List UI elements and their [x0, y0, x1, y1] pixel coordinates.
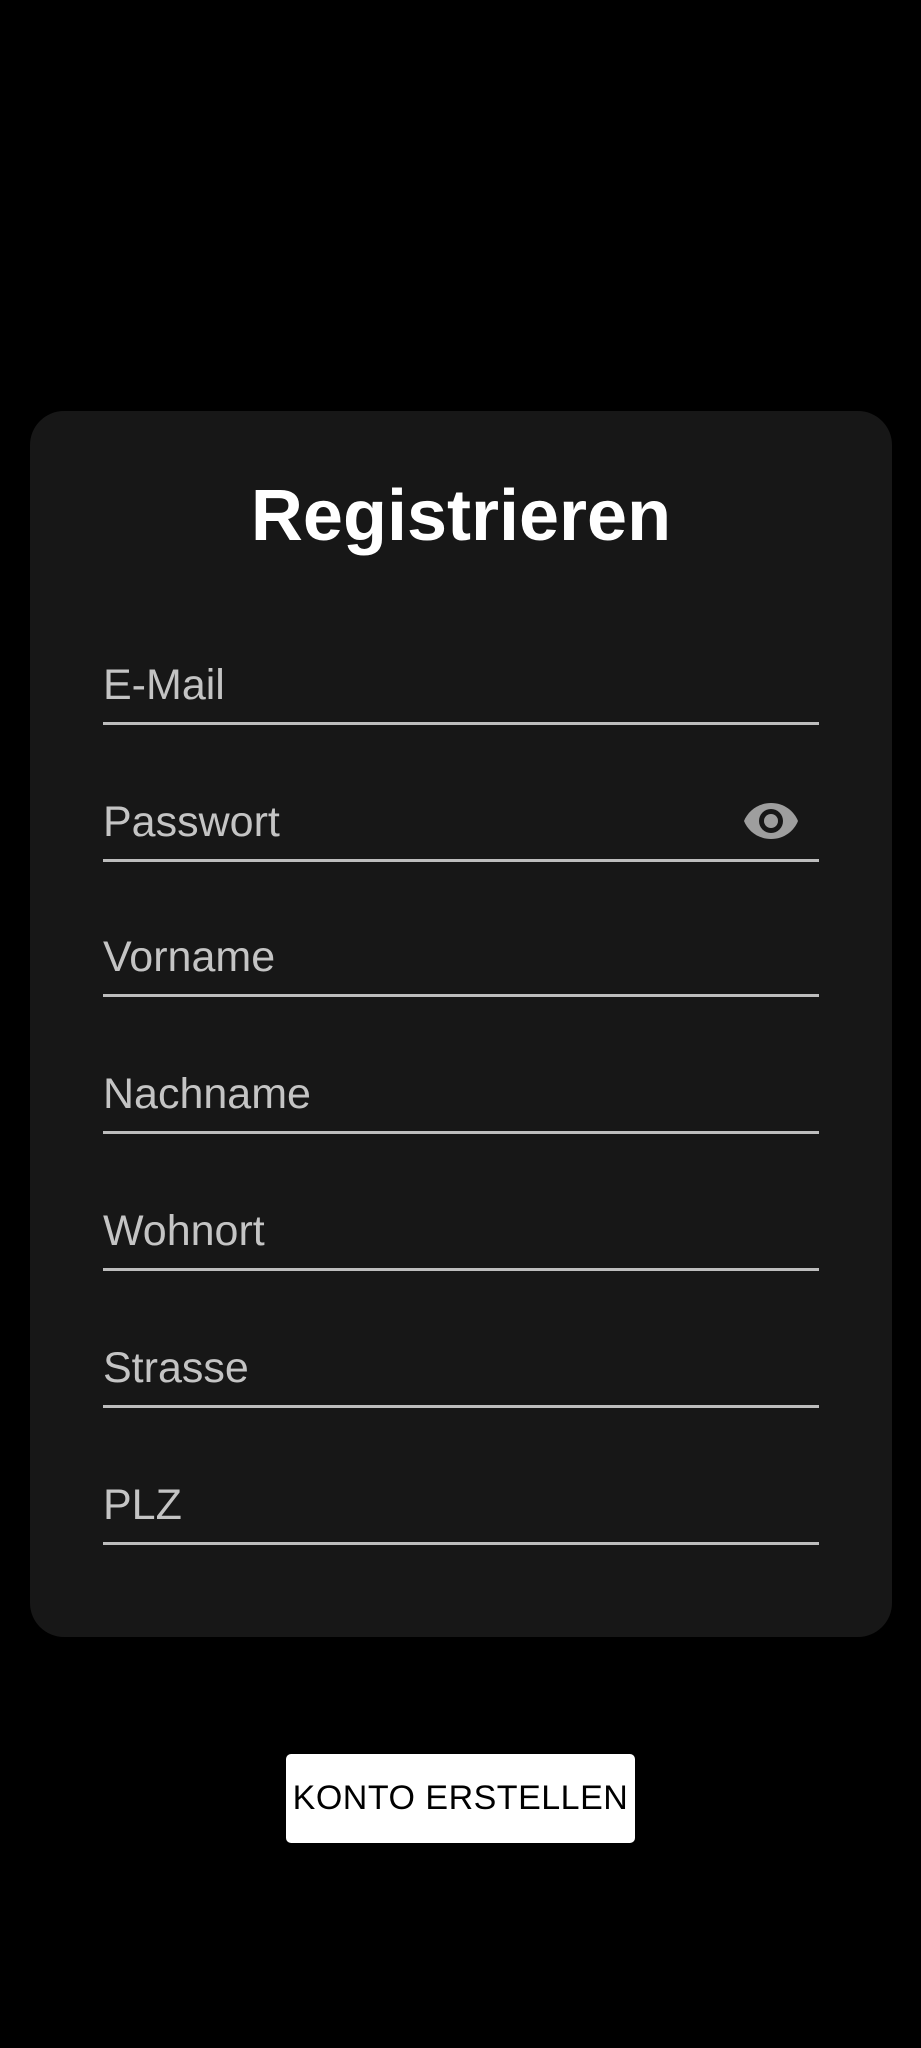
create-account-button[interactable]: KONTO ERSTELLEN — [286, 1754, 635, 1843]
email-field[interactable]: E-Mail — [103, 611, 819, 725]
registration-card: Registrieren E-Mail Passwort Vorname Nac… — [30, 411, 892, 1637]
zip-input[interactable] — [103, 1478, 819, 1538]
zip-field[interactable]: PLZ — [103, 1439, 819, 1545]
street-input[interactable] — [103, 1341, 819, 1401]
password-input[interactable] — [103, 795, 719, 855]
password-field[interactable]: Passwort — [103, 751, 819, 862]
page-title: Registrieren — [250, 476, 672, 556]
lastname-input[interactable] — [103, 1067, 819, 1127]
city-field[interactable]: Wohnort — [103, 1165, 819, 1271]
firstname-field[interactable]: Vorname — [103, 891, 819, 997]
email-input[interactable] — [103, 658, 819, 718]
firstname-input[interactable] — [103, 930, 819, 990]
eye-icon[interactable] — [743, 801, 799, 841]
street-field[interactable]: Strasse — [103, 1302, 819, 1408]
lastname-field[interactable]: Nachname — [103, 1028, 819, 1134]
city-input[interactable] — [103, 1204, 819, 1264]
